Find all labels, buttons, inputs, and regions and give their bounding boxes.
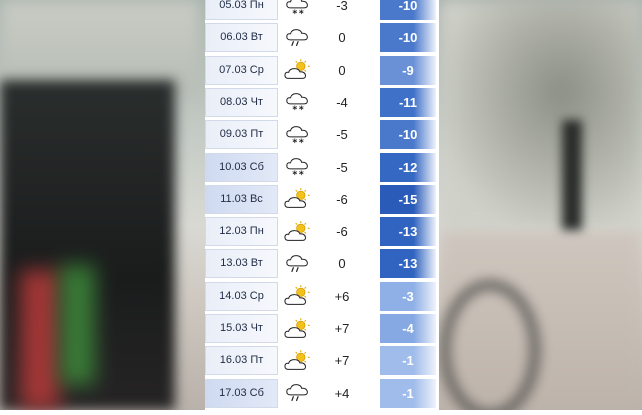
partly-cloudy-icon <box>284 349 312 370</box>
date-label: 15.03 Чт <box>205 314 278 343</box>
rain-icon <box>284 252 312 272</box>
forecast-row: 12.03 Пн -6 -13 <box>205 217 436 247</box>
svg-text:*: * <box>299 8 304 18</box>
date-label: 17.03 Сб <box>205 378 278 408</box>
night-temperature: -11 <box>380 87 436 117</box>
forecast-row: 15.03 Чт +7 -4 <box>205 314 436 343</box>
date-label: 08.03 Чт <box>205 87 278 117</box>
day-temperature: -3 <box>336 0 348 13</box>
date-label: 06.03 Вт <box>205 23 278 53</box>
background-post <box>562 120 582 230</box>
night-temperature: -13 <box>380 249 436 279</box>
weather-icon-cell: * * <box>283 0 313 20</box>
forecast-row: 10.03 Сб * * -5 -12 <box>205 152 436 182</box>
date-label: 10.03 Сб <box>205 152 278 182</box>
forecast-row: 07.03 Ср 0 -9 <box>205 55 436 85</box>
weather-icon-cell <box>283 249 313 278</box>
weather-icon-cell: * * <box>283 153 313 182</box>
rain-icon <box>284 26 312 46</box>
forecast-row: 13.03 Вт 0 -13 <box>205 249 436 279</box>
day-temperature: -6 <box>336 191 348 207</box>
forecast-row: 16.03 Пт +7 -1 <box>205 346 436 376</box>
background-bike-green <box>60 265 95 385</box>
svg-text:*: * <box>299 105 304 115</box>
svg-text:*: * <box>292 137 297 147</box>
date-label: 16.03 Пт <box>205 346 278 376</box>
background-tree <box>440 0 642 230</box>
snow-icon: * * <box>284 155 312 179</box>
date-label: 07.03 Ср <box>205 55 278 85</box>
date-label: 05.03 Пн <box>205 0 278 20</box>
forecast-row: 14.03 Ср +6 -3 <box>205 281 436 311</box>
night-temperature: -1 <box>380 378 436 408</box>
weather-icon-cell <box>283 56 313 85</box>
snow-icon: * * <box>284 90 312 114</box>
partly-cloudy-icon <box>284 317 312 338</box>
night-temperature: -3 <box>380 281 436 311</box>
night-temperature: -4 <box>380 314 436 343</box>
svg-text:*: * <box>299 137 304 147</box>
day-temperature: -4 <box>336 94 348 110</box>
day-temperature: -5 <box>336 127 348 143</box>
weather-icon-cell <box>283 23 313 52</box>
partly-cloudy-icon <box>284 187 312 209</box>
weather-icon-cell <box>283 379 313 408</box>
day-temperature: -5 <box>336 159 348 175</box>
day-temperature: 0 <box>338 256 346 272</box>
date-label: 13.03 Вт <box>205 249 278 279</box>
night-temperature: -12 <box>380 152 436 182</box>
day-temperature: 0 <box>338 30 346 46</box>
night-temperature: -10 <box>380 23 436 53</box>
partly-cloudy-icon <box>284 220 312 241</box>
night-temperature: -10 <box>380 0 436 20</box>
day-temperature: +4 <box>334 385 350 401</box>
day-temperature: -6 <box>336 224 348 240</box>
weather-icon-cell <box>283 346 313 375</box>
day-temperature: +7 <box>334 353 350 369</box>
forecast-row: 06.03 Вт 0 -10 <box>205 23 436 53</box>
svg-text:*: * <box>292 169 297 179</box>
night-temperature: -1 <box>380 346 436 376</box>
weather-icon-cell: * * <box>283 88 313 117</box>
partly-cloudy-icon <box>284 284 312 306</box>
forecast-row: 09.03 Пт * * -5 -10 <box>205 120 436 150</box>
day-temperature: +7 <box>334 321 350 336</box>
night-temperature: -10 <box>380 120 436 150</box>
forecast-row: 17.03 Сб +4 -1 <box>205 378 436 408</box>
date-label: 14.03 Ср <box>205 281 278 311</box>
night-temperature: -15 <box>380 184 436 214</box>
svg-text:*: * <box>292 8 297 18</box>
forecast-row: 05.03 Пн * * -3 -10 <box>205 0 436 20</box>
partly-cloudy-icon <box>284 58 312 80</box>
forecast-row: 11.03 Вс -6 -15 <box>205 184 436 214</box>
weather-icon-cell <box>283 185 313 214</box>
svg-text:*: * <box>299 169 304 179</box>
day-temperature: +6 <box>334 288 350 304</box>
weather-icon-cell <box>283 217 313 246</box>
background-bike-red <box>20 270 60 410</box>
forecast-row: 08.03 Чт * * -4 -11 <box>205 87 436 117</box>
weather-icon-cell: * * <box>283 120 313 149</box>
rain-icon <box>284 381 312 402</box>
background-wheel <box>440 280 540 410</box>
snow-icon: * * <box>284 123 312 147</box>
snow-icon: * * <box>284 0 312 18</box>
day-temperature: 0 <box>338 62 346 78</box>
weather-icon-cell <box>283 282 313 311</box>
night-temperature: -9 <box>380 55 436 85</box>
weather-icon-cell <box>283 314 313 343</box>
night-temperature: -13 <box>380 217 436 247</box>
date-label: 12.03 Пн <box>205 217 278 247</box>
date-label: 11.03 Вс <box>205 184 278 214</box>
date-label: 09.03 Пт <box>205 120 278 150</box>
svg-text:*: * <box>292 105 297 115</box>
